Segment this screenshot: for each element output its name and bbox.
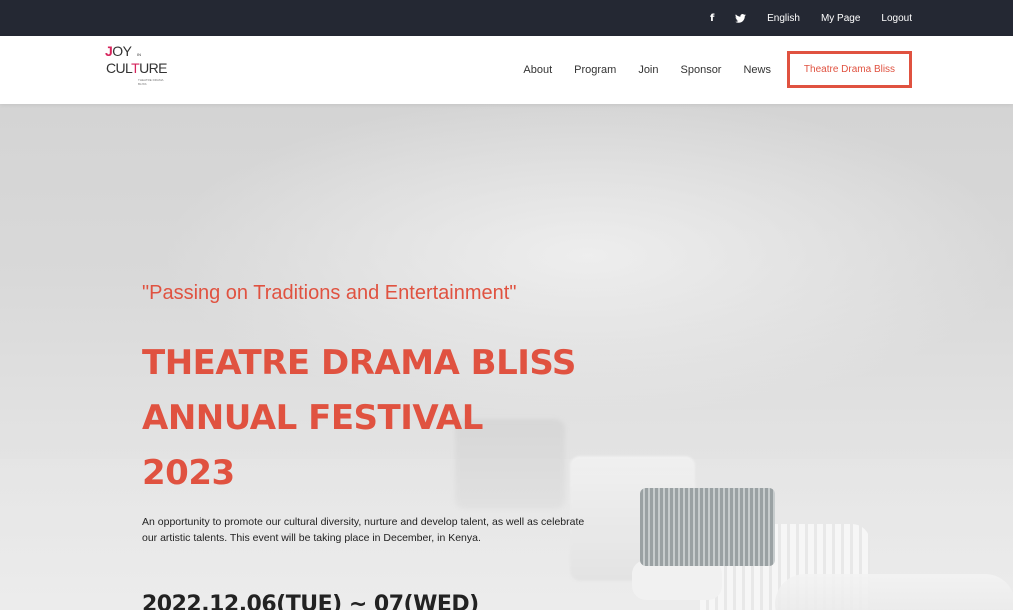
hero-title-line: 2023 — [142, 453, 235, 493]
logo-line-2: CULTURE — [106, 60, 167, 76]
logo-subtitle: THEATRE DRAMA BLISS — [138, 78, 164, 86]
nav-item-join[interactable]: Join — [638, 64, 658, 76]
main-nav: About Program Join Sponsor News Theatre … — [523, 51, 912, 88]
site-header: JOY IN CULTURE THEATRE DRAMA BLISS About… — [0, 36, 1013, 104]
my-page-link[interactable]: My Page — [821, 13, 860, 24]
nav-item-sponsor[interactable]: Sponsor — [681, 64, 722, 76]
hero-title: THEATRE DRAMA BLISS ANNUAL FESTIVAL 2023 — [142, 336, 622, 501]
toothbrush-image-decor — [632, 488, 775, 600]
nav-item-news[interactable]: News — [743, 64, 771, 76]
hero-banner: "Passing on Traditions and Entertainment… — [0, 104, 1013, 610]
language-link[interactable]: English — [767, 13, 800, 24]
hero-title-line: ANNUAL FESTIVAL — [142, 398, 483, 438]
logout-link[interactable]: Logout — [881, 13, 912, 24]
nav-item-program[interactable]: Program — [574, 64, 616, 76]
facebook-icon[interactable]: f — [698, 13, 726, 24]
nav-item-about[interactable]: About — [523, 64, 552, 76]
theatre-drama-bliss-button[interactable]: Theatre Drama Bliss — [787, 51, 912, 88]
twitter-icon[interactable] — [726, 13, 754, 23]
toothbrush-image-decor — [775, 574, 1013, 610]
logo-in: IN — [137, 52, 141, 57]
hero-description: An opportunity to promote our cultural d… — [142, 516, 585, 544]
logo-line-1: JOY — [105, 43, 132, 59]
event-date: 2022.12.06(TUE) ~ 07(WED) — [142, 592, 479, 610]
top-utility-bar: f English My Page Logout — [0, 0, 1013, 36]
toothbrush-bristles-decor — [640, 488, 775, 566]
hero-tagline: "Passing on Traditions and Entertainment… — [142, 282, 517, 304]
hero-title-line: THEATRE DRAMA BLISS — [142, 343, 576, 383]
site-logo[interactable]: JOY IN CULTURE THEATRE DRAMA BLISS — [104, 42, 167, 94]
social-links: f — [698, 13, 754, 24]
